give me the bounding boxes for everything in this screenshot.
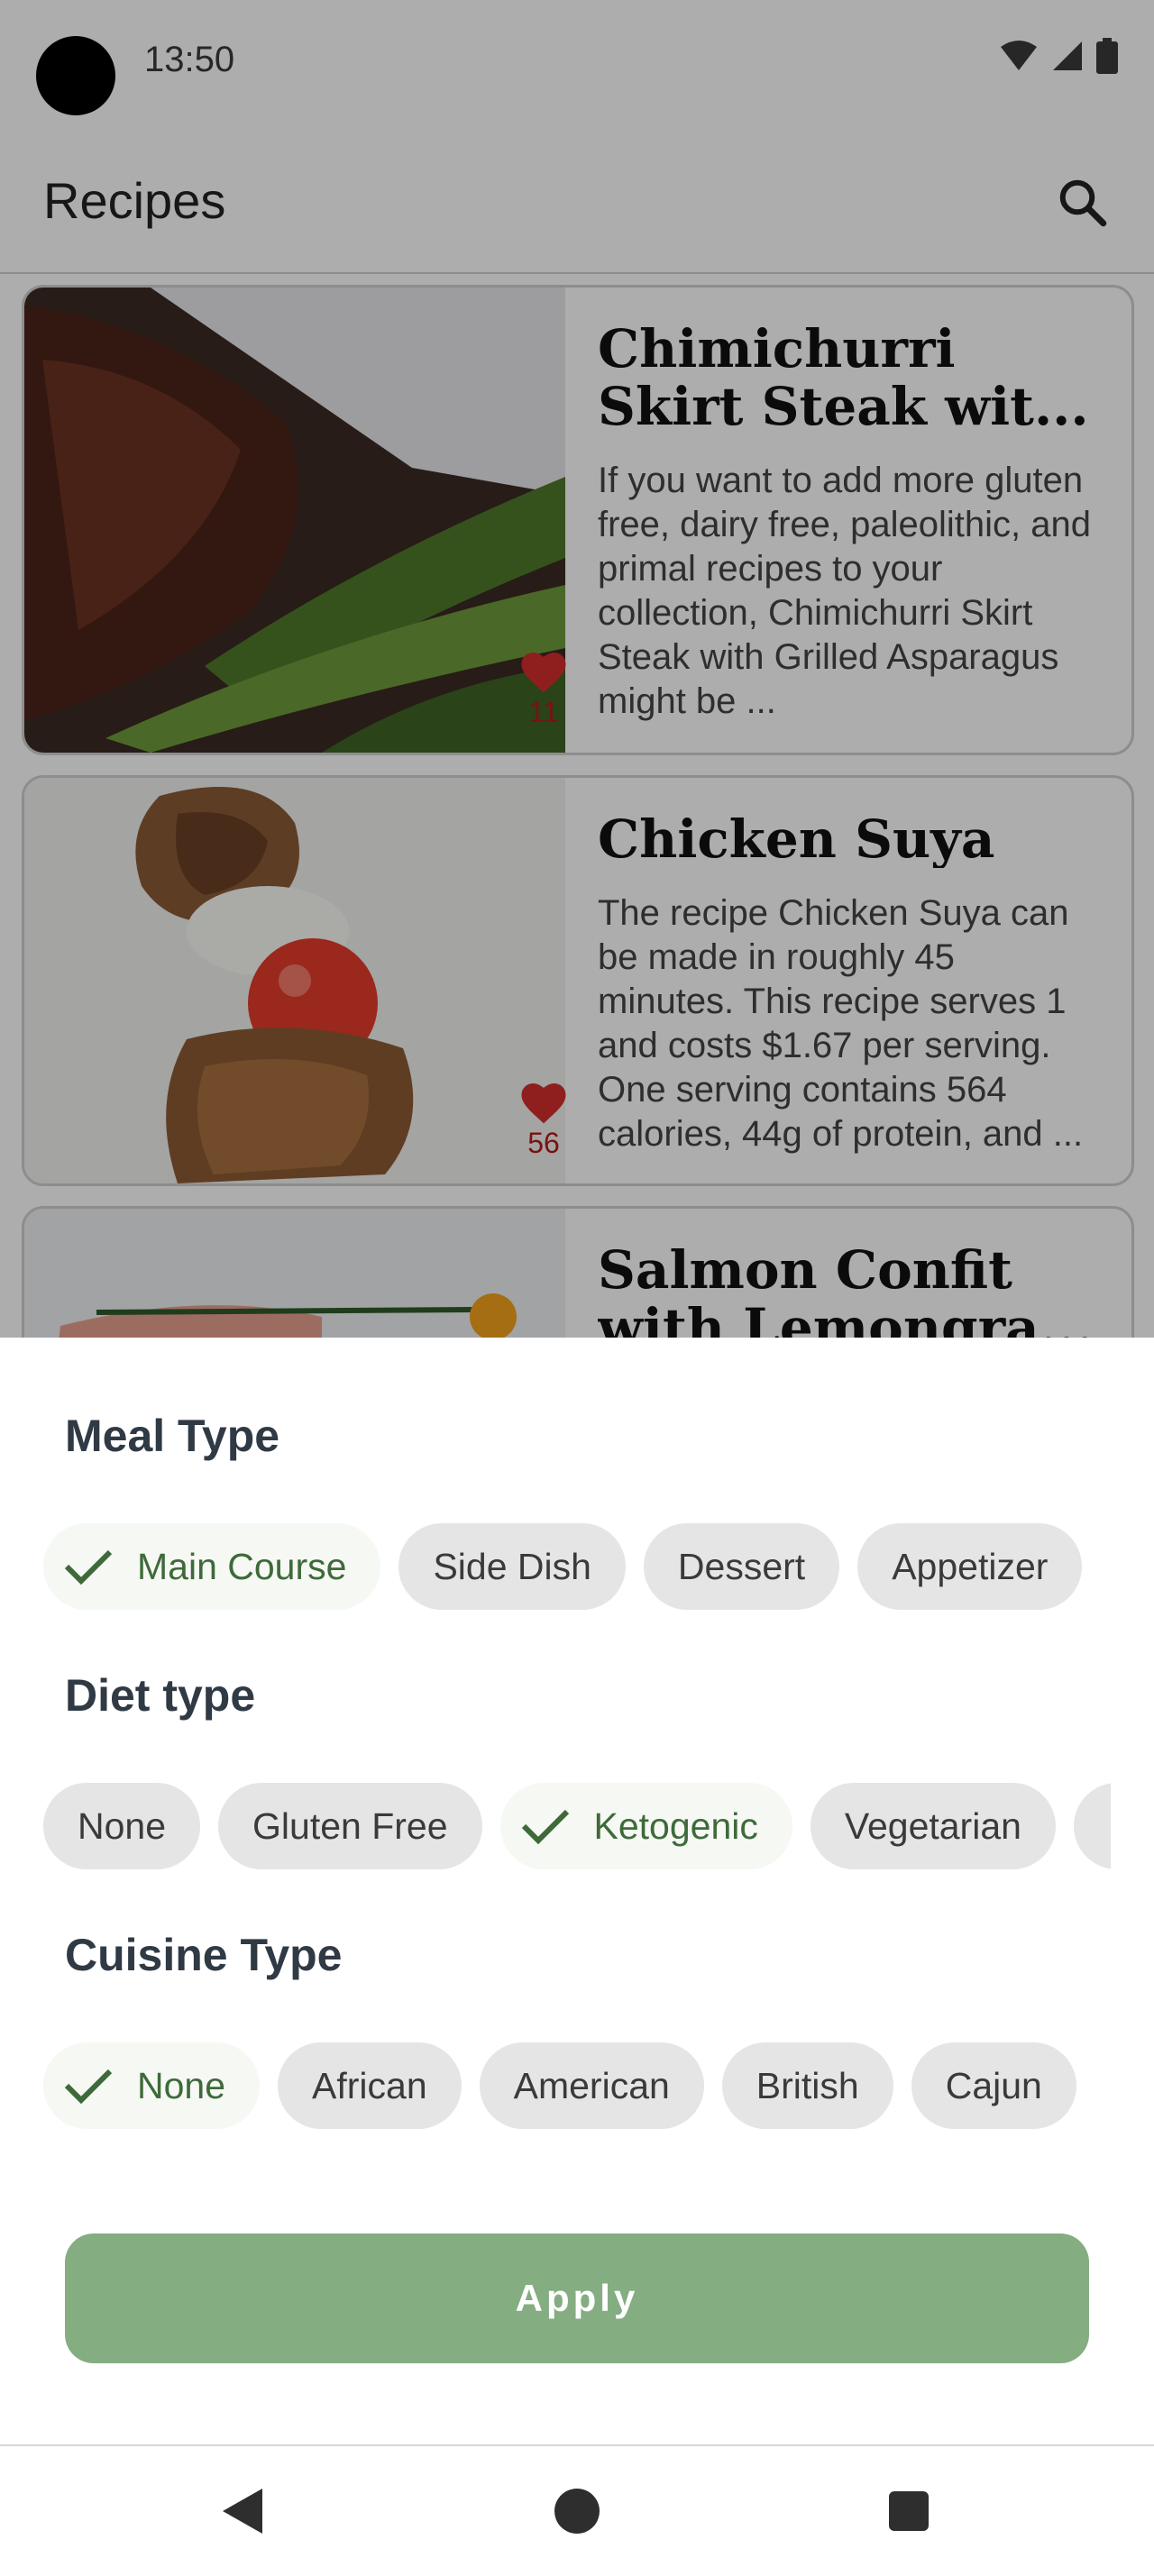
check-icon	[64, 1549, 113, 1585]
chip-ketogenic[interactable]: Ketogenic	[499, 1783, 792, 1869]
chip-african[interactable]: African	[278, 2042, 462, 2129]
cuisine-type-title: Cuisine Type	[65, 1930, 343, 1980]
meal-type-title: Meal Type	[65, 1411, 280, 1461]
chip-british[interactable]: British	[721, 2042, 893, 2129]
diet-type-title: Diet type	[65, 1670, 256, 1721]
apply-button[interactable]: Apply	[65, 2233, 1089, 2363]
chip-cuisine-none[interactable]: None	[43, 2042, 261, 2129]
chip-cajun[interactable]: Cajun	[911, 2042, 1076, 2129]
chip-dessert[interactable]: Dessert	[643, 1523, 840, 1610]
back-icon	[223, 2489, 262, 2534]
chip-gluten-free[interactable]: Gluten Free	[218, 1783, 482, 1869]
recents-icon	[889, 2491, 929, 2531]
filter-bottom-sheet: Meal Type Main Course Side Dish Dessert App…	[0, 1338, 1154, 2444]
back-button[interactable]	[213, 2482, 270, 2540]
chip-main-course[interactable]: Main Course	[43, 1523, 381, 1610]
meal-type-chips: Main Course Side Dish Dessert Appetizer	[43, 1523, 1111, 1610]
diet-type-chips: None Gluten Free Ketogenic Vegetarian	[43, 1783, 1111, 1869]
check-icon	[64, 2069, 113, 2105]
chip-vegetarian[interactable]: Vegetarian	[810, 1783, 1056, 1869]
cuisine-type-chips: None African American British Cajun	[43, 2042, 1111, 2129]
chip-side-dish[interactable]: Side Dish	[398, 1523, 626, 1610]
chip-none[interactable]: None	[43, 1783, 201, 1869]
chip-appetizer[interactable]: Appetizer	[857, 1523, 1083, 1610]
system-nav-bar	[0, 2444, 1154, 2576]
home-icon	[554, 2489, 600, 2534]
chip-american[interactable]: American	[479, 2042, 704, 2129]
home-button[interactable]	[548, 2482, 606, 2540]
recipes-screen: 13:50 Recipes 11 Chimichurri Skirt Steak…	[0, 0, 1154, 1338]
chip-more[interactable]	[1073, 1783, 1111, 1869]
check-icon	[521, 1809, 569, 1845]
modal-scrim[interactable]	[0, 0, 1154, 1338]
recents-button[interactable]	[880, 2482, 938, 2540]
